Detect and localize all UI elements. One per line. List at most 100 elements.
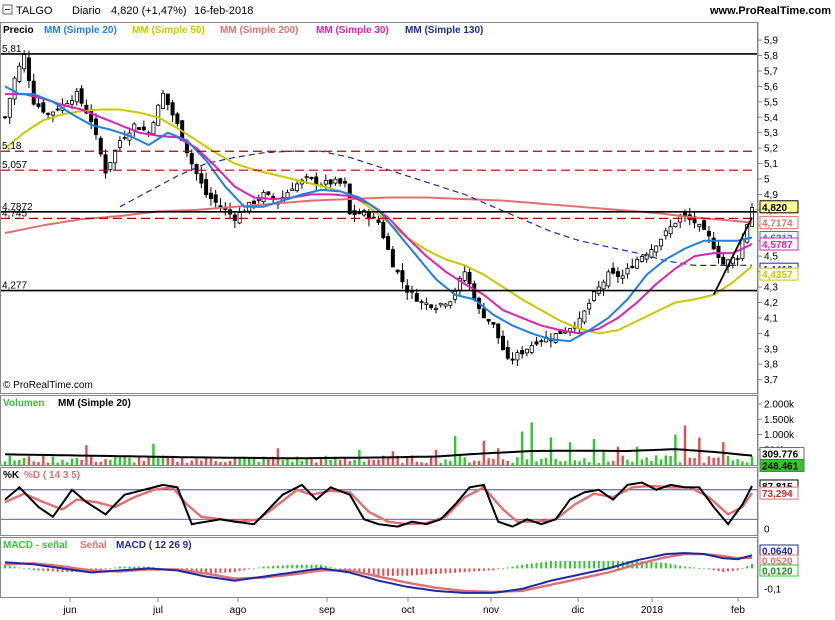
volume-badge-label: 309.776 xyxy=(762,450,799,461)
candle-body xyxy=(22,54,27,70)
candle-body xyxy=(328,179,333,185)
volume-tick-label: 2.000k xyxy=(764,400,795,411)
candle-body xyxy=(702,220,707,230)
price-tick-label: 5,3 xyxy=(764,128,778,139)
candle-body xyxy=(309,176,314,180)
macd-tick-label: -0,1 xyxy=(764,584,782,595)
volume-bar xyxy=(291,461,294,465)
candle-body xyxy=(716,245,721,258)
macd-hist-bar xyxy=(583,561,586,569)
legend-mm200: MM (Simple 200) xyxy=(220,25,298,36)
level-label: 4,745 xyxy=(2,208,27,219)
candle-body xyxy=(481,308,486,319)
site-label: www.ProRealTime.com xyxy=(709,5,831,17)
candle-body xyxy=(539,340,544,343)
candle-body xyxy=(419,301,424,304)
level-label: 5,81 xyxy=(2,44,22,55)
volume-bar xyxy=(300,460,304,465)
volume-bar xyxy=(678,462,682,465)
candle-body xyxy=(381,221,386,239)
volume-bar xyxy=(688,457,691,465)
macd-hist-bar xyxy=(521,564,524,569)
macd-hist-bar xyxy=(458,568,461,573)
macd-hist-bar xyxy=(214,568,217,574)
volume-bar xyxy=(453,436,457,465)
stochastic-panel[interactable] xyxy=(0,467,758,536)
volume-bar xyxy=(587,462,591,465)
price-badge-label: 4,820 xyxy=(762,203,787,214)
candle-body xyxy=(323,180,328,185)
macd-hist-bar xyxy=(42,568,45,571)
candle-body xyxy=(342,181,347,184)
candle-body xyxy=(505,347,510,359)
candle-body xyxy=(472,283,477,301)
volume-bar xyxy=(631,461,634,465)
legend-macd: MACD ( 12 26 9) xyxy=(116,540,192,551)
macd-hist-bar xyxy=(387,568,390,576)
legend-k: %K xyxy=(3,470,20,481)
volume-bar xyxy=(429,456,433,465)
volume-bar xyxy=(214,460,217,465)
macd-hist-bar xyxy=(751,563,753,569)
volume-bar xyxy=(516,457,519,465)
volume-bar xyxy=(564,461,567,465)
price-tick-label: 3,7 xyxy=(764,375,778,386)
collapse-icon[interactable] xyxy=(2,4,13,15)
volume-bar xyxy=(281,459,284,465)
legend-mm20: MM (Simple 20) xyxy=(44,25,117,36)
candle-body xyxy=(500,335,505,351)
candle-body xyxy=(424,302,429,305)
stochastic-legend: %K %D ( 14 3 5) xyxy=(3,470,80,481)
volume-bar xyxy=(137,457,141,465)
candle-body xyxy=(414,293,419,302)
candle-body xyxy=(295,183,300,192)
volume-bar xyxy=(315,462,318,465)
macd-hist-bar xyxy=(37,568,40,571)
candle-body xyxy=(529,345,534,353)
macd-hist-bar xyxy=(569,561,572,569)
macd-hist-bar xyxy=(425,568,428,575)
candle-body xyxy=(601,281,606,290)
candle-body xyxy=(615,271,620,278)
macd-hist-bar xyxy=(305,564,308,569)
macd-hist-bar xyxy=(597,561,600,569)
y-axis-labels: 5,95,85,75,65,55,45,35,25,154,94,84,74,6… xyxy=(758,36,795,595)
candle-body xyxy=(486,319,491,322)
volume-bar xyxy=(616,446,620,465)
volume-bar xyxy=(257,462,260,465)
month-label: oct xyxy=(401,605,415,616)
candle-body xyxy=(697,224,702,228)
stoch-d-line xyxy=(4,484,753,526)
stock-chart[interactable]: TALGO Diario 4,820 (+1,47%) 16-feb-2018 … xyxy=(0,0,835,620)
volume-bar xyxy=(3,461,7,465)
volume-bar xyxy=(377,459,380,465)
volume-bar xyxy=(367,459,371,465)
macd-hist-bar xyxy=(731,568,734,571)
macd-hist-bar xyxy=(291,564,294,569)
macd-hist-bar xyxy=(133,566,136,569)
volume-bar xyxy=(540,458,543,465)
volume-bar xyxy=(99,461,102,465)
candle-body xyxy=(251,200,256,204)
volume-bar xyxy=(42,455,45,465)
volume-bar xyxy=(683,425,687,465)
stoch-tick-label: 0 xyxy=(764,525,770,536)
candle-body xyxy=(46,113,51,115)
volume-bar xyxy=(372,459,375,465)
candle-body xyxy=(113,149,118,164)
macd-hist-bar xyxy=(248,568,251,570)
candle-body xyxy=(534,341,539,345)
candle-body xyxy=(3,116,8,119)
macd-hist-bar xyxy=(372,568,375,576)
volume-bar xyxy=(219,461,222,465)
candle-body xyxy=(55,108,60,111)
macd-hist-bar xyxy=(439,568,442,574)
macd-panel[interactable] xyxy=(0,537,758,598)
macd-hist-bar xyxy=(229,568,232,573)
candle-body xyxy=(304,176,309,179)
volume-bar xyxy=(75,458,79,465)
price-panel[interactable] xyxy=(0,22,758,394)
candle-body xyxy=(117,140,122,148)
candle-body xyxy=(582,310,587,323)
candle-body xyxy=(165,93,170,105)
